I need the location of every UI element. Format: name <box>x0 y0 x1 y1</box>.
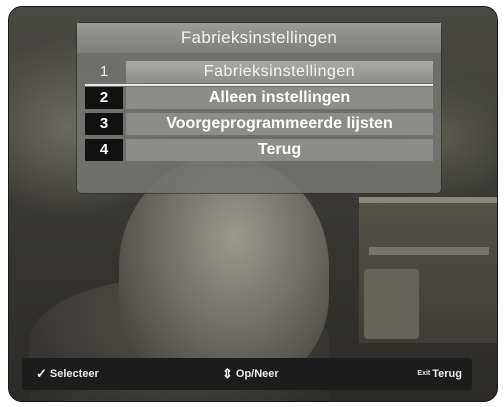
menu-item-number: 3 <box>85 113 123 135</box>
video-shelf-stripe <box>369 247 489 255</box>
menu-item-settings-only[interactable]: 2 Alleen instellingen <box>85 87 433 109</box>
menu-item-label: Alleen instellingen <box>126 87 433 109</box>
help-back: Exit Terug <box>417 358 462 390</box>
help-up-down: ⇕ Op/Neer <box>222 358 279 390</box>
menu-title: Fabrieksinstellingen <box>77 23 441 53</box>
selection-underline <box>85 84 433 86</box>
tv-screen: Fabrieksinstellingen 1 Fabrieksinstellin… <box>8 6 498 402</box>
menu-item-factory-settings[interactable]: 1 Fabrieksinstellingen <box>85 61 433 86</box>
menu-item-number: 4 <box>85 139 123 161</box>
menu-item-list: 1 Fabrieksinstellingen 2 Alleen instelli… <box>85 61 433 165</box>
help-back-label: Terug <box>432 368 462 380</box>
menu-item-preprogrammed-lists[interactable]: 3 Voorgeprogrammeerde lijsten <box>85 113 433 135</box>
menu-item-label: Voorgeprogrammeerde lijsten <box>126 113 433 135</box>
menu-item-number: 2 <box>85 87 123 109</box>
menu-item-label: Fabrieksinstellingen <box>126 61 433 83</box>
up-down-arrows-icon: ⇕ <box>222 366 233 381</box>
exit-key-icon: Exit <box>417 370 431 377</box>
help-bar: ✓ Selecteer ⇕ Op/Neer Exit Terug <box>22 358 472 390</box>
video-shelf-panel <box>364 269 419 339</box>
menu-item-label: Terug <box>126 139 433 161</box>
factory-settings-menu: Fabrieksinstellingen 1 Fabrieksinstellin… <box>77 23 441 193</box>
help-select: ✓ Selecteer <box>36 358 99 390</box>
help-updown-label: Op/Neer <box>235 368 279 380</box>
menu-item-number: 1 <box>99 63 109 80</box>
menu-item-back[interactable]: 4 Terug <box>85 139 433 161</box>
check-icon: ✓ <box>36 366 47 381</box>
help-select-label: Selecteer <box>49 368 99 380</box>
